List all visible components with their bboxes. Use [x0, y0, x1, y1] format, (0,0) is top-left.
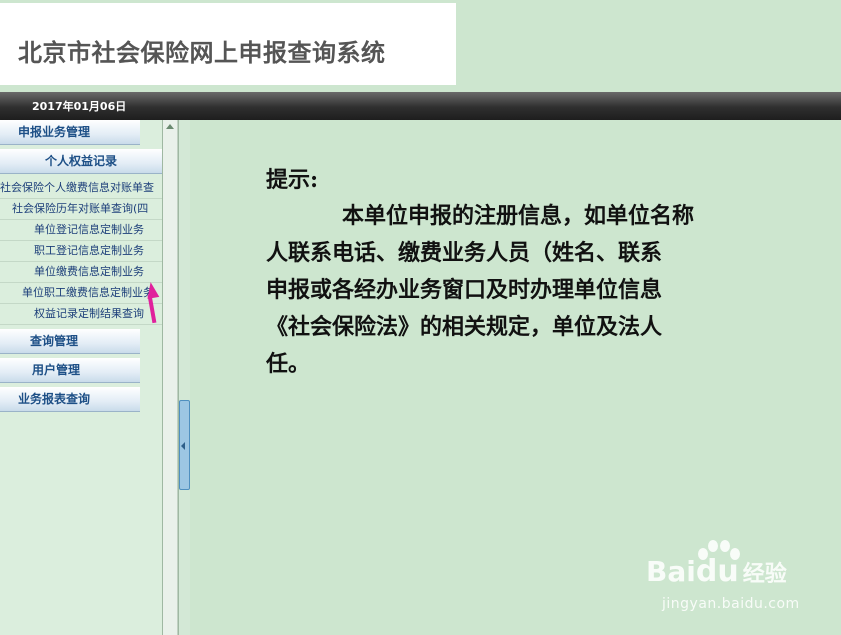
notice-label: 提示:	[266, 167, 319, 193]
submenu-personal-rights: 社会保险个人缴费信息对账单查 社会保险历年对账单查询(四 单位登记信息定制业务 …	[0, 178, 162, 325]
submenu-item-personal-payment-statement[interactable]: 社会保险个人缴费信息对账单查	[0, 178, 162, 199]
notice-body: 本单位申报的注册信息，如单位名称 人联系电话、缴费业务人员（姓名、联系 申报或各…	[266, 198, 841, 383]
watermark-du-glyph: du	[695, 554, 739, 589]
current-date: 2017年01月06日	[32, 100, 127, 113]
menu-declaration-management[interactable]: 申报业务管理	[0, 120, 140, 145]
watermark-brand: Baidu 经验	[646, 554, 787, 589]
notice-line: 本单位申报的注册信息，如单位名称	[342, 203, 695, 229]
menu-personal-rights-record[interactable]: 个人权益记录	[0, 149, 162, 174]
menu-user-management[interactable]: 用户管理	[0, 358, 140, 383]
submenu-item-annual-statement-query[interactable]: 社会保险历年对账单查询(四	[0, 199, 162, 220]
header-banner: 北京市社会保险网上申报查询系统	[0, 3, 456, 85]
submenu-item-employee-payment-custom[interactable]: 单位职工缴费信息定制业务	[0, 283, 162, 304]
sidebar-scrollbar[interactable]	[163, 120, 178, 635]
watermark-url: jingyan.baidu.com	[662, 596, 800, 612]
collapse-arrow-icon	[181, 442, 185, 450]
app-title: 北京市社会保险网上申报查询系统	[18, 39, 386, 67]
watermark-brand-suffix: 经验	[742, 562, 787, 587]
submenu-item-unit-payment-custom[interactable]: 单位缴费信息定制业务	[0, 262, 162, 283]
notice-line: 人联系电话、缴费业务人员（姓名、联系	[266, 240, 663, 266]
submenu-item-rights-custom-result-query[interactable]: 权益记录定制结果查询	[0, 304, 162, 325]
notice-line: 《社会保险法》的相关规定，单位及法人	[266, 314, 663, 340]
watermark-brand-text: Bai	[646, 555, 696, 588]
menu-business-report-query[interactable]: 业务报表查询	[0, 387, 140, 412]
sidebar: 申报业务管理 个人权益记录 社会保险个人缴费信息对账单查 社会保险历年对账单查询…	[0, 120, 163, 635]
submenu-item-unit-registration-custom[interactable]: 单位登记信息定制业务	[0, 220, 162, 241]
panel-splitter[interactable]	[178, 120, 190, 635]
date-bar: 2017年01月06日	[0, 92, 841, 120]
menu-query-management[interactable]: 查询管理	[0, 329, 140, 354]
notice-line: 任。	[266, 351, 311, 377]
header: 北京市社会保险网上申报查询系统	[0, 0, 841, 92]
submenu-item-employee-registration-custom[interactable]: 职工登记信息定制业务	[0, 241, 162, 262]
notice-line: 申报或各经办业务窗口及时办理单位信息	[266, 277, 663, 303]
scroll-up-arrow-icon[interactable]	[166, 124, 174, 129]
